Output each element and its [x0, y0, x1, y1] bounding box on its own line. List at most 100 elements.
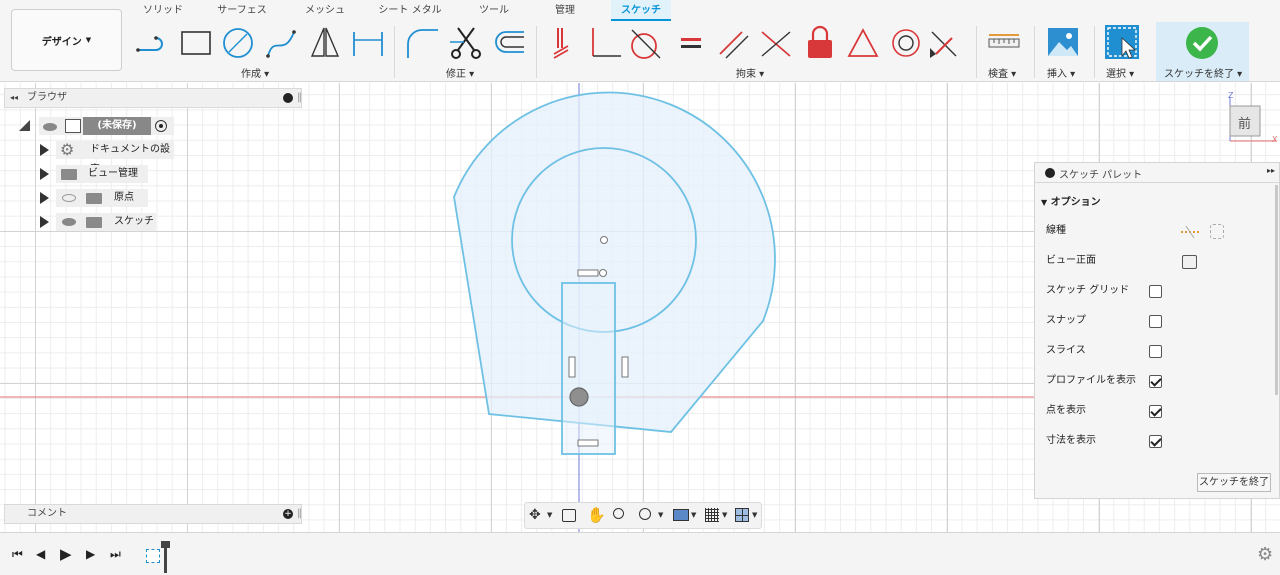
show-dimensions-checkbox[interactable]	[1149, 435, 1162, 448]
dropdown-arrow-icon[interactable]: ▼	[752, 511, 757, 519]
midpoint-constraint-icon[interactable]	[926, 24, 962, 62]
show-points-checkbox[interactable]	[1149, 405, 1162, 418]
coincident-constraint-icon[interactable]	[758, 24, 794, 62]
fillet-tool-icon[interactable]	[404, 24, 440, 62]
sketch-grid-checkbox[interactable]	[1149, 285, 1162, 298]
timeline-marker-head[interactable]	[161, 541, 170, 548]
look-at-icon[interactable]	[1182, 255, 1197, 269]
look-at-icon[interactable]	[562, 509, 576, 522]
dropdown-arrow-icon[interactable]: ▼	[722, 511, 727, 519]
create-group-label[interactable]: 作成 ▾	[241, 65, 269, 80]
concentric-constraint-icon[interactable]	[888, 24, 924, 62]
hidden-eye-icon[interactable]	[62, 194, 76, 202]
pan-hand-icon[interactable]: ✋	[587, 506, 606, 524]
perpendicular-constraint-icon[interactable]	[587, 24, 623, 62]
dropdown-arrow-icon[interactable]: ▼	[658, 511, 663, 519]
horizontal-constraint-glyph[interactable]	[577, 439, 599, 447]
tab-tools[interactable]: ツール	[472, 0, 516, 21]
browser-item-sketches[interactable]: スケッチ	[38, 212, 178, 232]
snap-checkbox[interactable]	[1149, 315, 1162, 328]
activate-radio-icon[interactable]	[155, 120, 167, 132]
tab-sheet-metal[interactable]: シート メタル	[375, 0, 445, 21]
palette-scrollbar[interactable]	[1275, 185, 1278, 395]
checkmark-icon[interactable]	[1184, 24, 1220, 62]
viewports-icon[interactable]	[735, 508, 749, 522]
dimension-tool-icon[interactable]	[350, 24, 386, 62]
spline-tool-icon[interactable]	[264, 24, 300, 62]
tab-manage[interactable]: 管理	[543, 0, 587, 21]
fit-icon[interactable]	[639, 508, 651, 520]
expand-triangle-icon[interactable]	[40, 168, 49, 180]
finish-sketch-label[interactable]: スケッチを終了 ▾	[1164, 65, 1242, 80]
centerline-icon[interactable]	[1210, 224, 1224, 239]
tangent-constraint-icon[interactable]	[628, 24, 664, 62]
go-to-end-icon[interactable]: ⏭	[110, 547, 121, 562]
select-window-icon[interactable]	[1104, 24, 1140, 62]
show-profile-checkbox[interactable]	[1149, 375, 1162, 388]
triangle-constraint-icon[interactable]	[845, 24, 881, 62]
go-to-start-icon[interactable]: ⏮	[12, 547, 23, 562]
minus-circle-icon[interactable]	[1045, 168, 1055, 178]
visibility-eye-icon[interactable]	[62, 218, 76, 226]
horizontal-vertical-constraint-icon[interactable]	[544, 24, 580, 62]
browser-header[interactable]: ◂◂ ブラウザ ‖	[4, 88, 302, 108]
step-back-icon[interactable]: ◀	[36, 547, 45, 561]
horizontal-constraint-glyph[interactable]	[577, 269, 599, 277]
rectangle-tool-icon[interactable]	[178, 24, 214, 62]
tab-surface[interactable]: サーフェス	[212, 0, 272, 21]
palette-finish-sketch-button[interactable]: スケッチを終了	[1197, 473, 1271, 492]
expand-triangle-icon[interactable]	[40, 144, 49, 156]
origin-point[interactable]	[569, 387, 589, 407]
grid-settings-icon[interactable]	[705, 508, 719, 522]
trim-scissors-icon[interactable]	[448, 24, 484, 62]
parallel-constraint-icon[interactable]	[716, 24, 752, 62]
browser-root-row[interactable]: (未保存)	[19, 116, 179, 136]
expand-triangle-icon[interactable]	[19, 120, 30, 131]
circle-tool-icon[interactable]	[220, 24, 256, 62]
offset-tool-icon[interactable]	[490, 24, 526, 62]
timeline-sketch-feature-icon[interactable]	[146, 549, 160, 563]
minus-circle-icon[interactable]	[283, 93, 293, 103]
inspect-group-label[interactable]: 検査 ▾	[988, 65, 1016, 80]
visibility-eye-icon[interactable]	[43, 123, 57, 131]
palette-header[interactable]: スケッチ パレット ▸▸	[1035, 163, 1279, 183]
tab-solid[interactable]: ソリッド	[137, 0, 189, 21]
display-settings-icon[interactable]	[673, 509, 689, 521]
dropdown-arrow-icon[interactable]: ▼	[691, 511, 696, 519]
equal-constraint-icon[interactable]	[673, 24, 709, 62]
collapse-left-icon[interactable]: ◂◂	[10, 89, 18, 107]
vertical-constraint-glyph[interactable]	[568, 356, 576, 378]
constraints-group-label[interactable]: 拘束 ▾	[736, 65, 764, 80]
panel-grip-icon[interactable]: ‖	[297, 505, 302, 523]
workspace-menu-button[interactable]: デザイン ▼	[11, 9, 122, 71]
tab-mesh[interactable]: メッシュ	[298, 0, 352, 21]
expand-triangle-icon[interactable]	[40, 192, 49, 204]
browser-item-origin[interactable]: 原点	[38, 188, 178, 208]
viewcube-face-front[interactable]: 前	[1238, 113, 1251, 132]
modify-group-label[interactable]: 修正 ▾	[446, 65, 474, 80]
vertical-constraint-glyph[interactable]	[621, 356, 629, 378]
plus-circle-icon[interactable]: +	[283, 509, 293, 519]
play-icon[interactable]: ▶	[60, 545, 72, 563]
panel-grip-icon[interactable]: ‖	[297, 89, 302, 107]
browser-item-document-settings[interactable]: ⚙ ドキュメントの設定	[38, 140, 178, 175]
measure-ruler-icon[interactable]	[986, 24, 1022, 62]
zoom-icon[interactable]	[613, 508, 624, 519]
insert-group-label[interactable]: 挿入 ▾	[1047, 65, 1075, 80]
slice-checkbox[interactable]	[1149, 345, 1162, 358]
options-section-header[interactable]: ▼ オプション	[1041, 193, 1101, 208]
comments-header[interactable]: コメント + ‖	[4, 504, 302, 524]
tab-sketch[interactable]: スケッチ	[611, 0, 671, 21]
orbit-icon[interactable]: ✥	[529, 507, 541, 523]
timeline-settings-gear-icon[interactable]: ⚙	[1257, 544, 1273, 565]
viewcube[interactable]: Z 前 X	[1224, 91, 1280, 147]
construction-linetype-icon[interactable]	[1180, 225, 1200, 242]
select-group-label[interactable]: 選択 ▾	[1106, 65, 1134, 80]
expand-triangle-icon[interactable]	[40, 216, 49, 228]
fix-lock-icon[interactable]	[802, 24, 838, 62]
center-point[interactable]	[600, 236, 608, 244]
mirror-tool-icon[interactable]	[306, 24, 342, 62]
step-forward-icon[interactable]: ▶	[86, 547, 95, 561]
line-tool-icon[interactable]	[134, 24, 170, 62]
expand-right-icon[interactable]: ▸▸	[1267, 166, 1275, 175]
